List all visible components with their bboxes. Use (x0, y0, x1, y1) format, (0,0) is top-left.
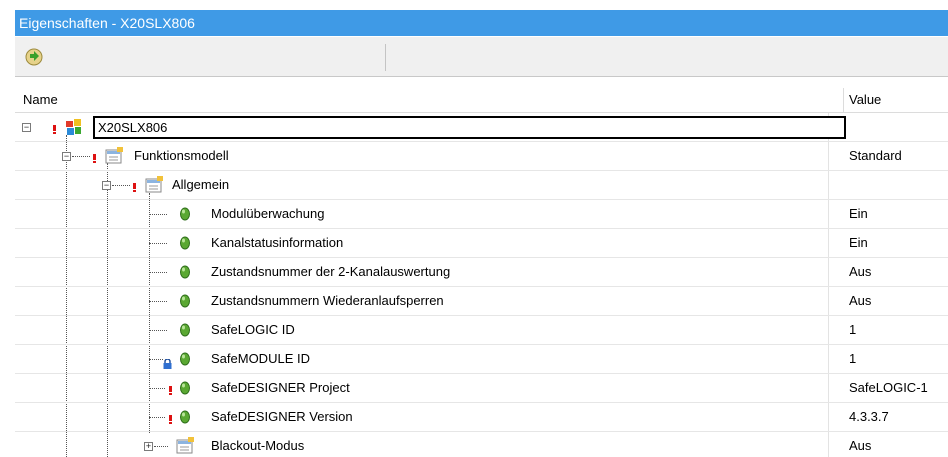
tree-row-parameter[interactable]: SafeMODULE ID 1 (15, 345, 948, 374)
column-header-name[interactable]: Name (23, 92, 58, 107)
column-header-value[interactable]: Value (849, 92, 881, 107)
green-bullet-icon (180, 207, 190, 224)
row-label: Zustandsnummer der 2-Kanalauswertung (211, 264, 451, 279)
row-value: Ein (849, 206, 868, 221)
warning-marker-icon (93, 154, 96, 163)
row-label: SafeMODULE ID (211, 351, 310, 366)
row-label: Allgemein (172, 177, 230, 192)
row-label: Blackout-Modus (211, 438, 305, 453)
green-bullet-icon (180, 352, 190, 369)
name-edit-field[interactable]: X20SLX806 (93, 116, 846, 139)
property-group-icon (145, 176, 163, 197)
property-group-icon (105, 147, 123, 168)
collapse-icon[interactable]: − (102, 181, 111, 190)
collapse-icon[interactable]: − (22, 123, 31, 132)
tree-line (149, 214, 167, 215)
row-label: SafeLOGIC ID (211, 322, 295, 337)
tree-row-parameter[interactable]: Zustandsnummer der 2-Kanalauswertung Aus (15, 258, 948, 287)
green-bullet-icon (180, 294, 190, 311)
tree-line (149, 301, 167, 302)
row-label: Kanalstatusinformation (211, 235, 344, 250)
tree-line (112, 185, 130, 186)
row-value: Ein (849, 235, 868, 250)
warning-marker-icon (133, 183, 136, 192)
tree-line (149, 388, 165, 389)
warning-marker-icon (169, 415, 172, 424)
row-value: SafeLOGIC-1 (849, 380, 928, 395)
row-value: 4.3.3.7 (849, 409, 889, 424)
tree-line (149, 330, 167, 331)
tree-row-parameter[interactable]: SafeDESIGNER Project SafeLOGIC-1 (15, 374, 948, 403)
tree-row-root[interactable]: − X20SLX806 (15, 113, 948, 142)
collapse-icon[interactable]: − (62, 152, 71, 161)
tree-line (154, 446, 168, 447)
tree-row-parameter[interactable]: Modulüberwachung Ein (15, 200, 948, 229)
tree-row-allgemein[interactable]: − Allgemein (15, 171, 948, 200)
row-value: Aus (849, 264, 872, 279)
row-label: Modulüberwachung (211, 206, 325, 221)
row-value: Aus (849, 438, 872, 453)
property-group-icon (176, 437, 194, 457)
tree-line (149, 359, 163, 360)
toolbar (15, 37, 948, 77)
row-label: SafeDESIGNER Project (211, 380, 350, 395)
green-bullet-icon (180, 381, 190, 398)
green-bullet-icon (180, 236, 190, 253)
tree-line (72, 156, 90, 157)
tree-row-parameter[interactable]: Zustandsnummern Wiederanlaufsperren Aus (15, 287, 948, 316)
refresh-arrow-icon[interactable] (23, 46, 45, 68)
row-label: Zustandsnummern Wiederanlaufsperren (211, 293, 444, 308)
green-bullet-icon (180, 265, 190, 282)
green-bullet-icon (180, 323, 190, 340)
warning-marker-icon (169, 386, 172, 395)
lock-icon (163, 357, 172, 372)
tree-row-parameter[interactable]: SafeDESIGNER Version 4.3.3.7 (15, 403, 948, 432)
expand-icon[interactable]: + (144, 442, 153, 451)
row-value: 1 (849, 351, 857, 366)
module-icon (65, 118, 83, 139)
property-grid: − X20SLX806 − Funktionsmodell Standard −… (15, 113, 948, 457)
tree-row-parameter[interactable]: SafeLOGIC ID 1 (15, 316, 948, 345)
column-divider[interactable] (843, 88, 844, 113)
row-label: SafeDESIGNER Version (211, 409, 353, 424)
tree-row-parameter[interactable]: Kanalstatusinformation Ein (15, 229, 948, 258)
tree-line (149, 243, 167, 244)
tree-line (149, 272, 167, 273)
toolbar-separator (385, 44, 386, 71)
tree-row-blackout-modus[interactable]: + Blackout-Modus Aus (15, 432, 948, 457)
row-value: 1 (849, 322, 857, 337)
tree-line (149, 417, 165, 418)
tree-row-funktionsmodell[interactable]: − Funktionsmodell Standard (15, 142, 948, 171)
grid-header: Name Value (15, 88, 948, 113)
warning-marker-icon (53, 125, 56, 134)
row-label: Funktionsmodell (134, 148, 229, 163)
row-label: X20SLX806 (98, 120, 168, 135)
row-value: Aus (849, 293, 872, 308)
window-title: Eigenschaften - X20SLX806 (15, 10, 948, 36)
row-value: Standard (849, 148, 902, 163)
green-bullet-icon (180, 410, 190, 427)
